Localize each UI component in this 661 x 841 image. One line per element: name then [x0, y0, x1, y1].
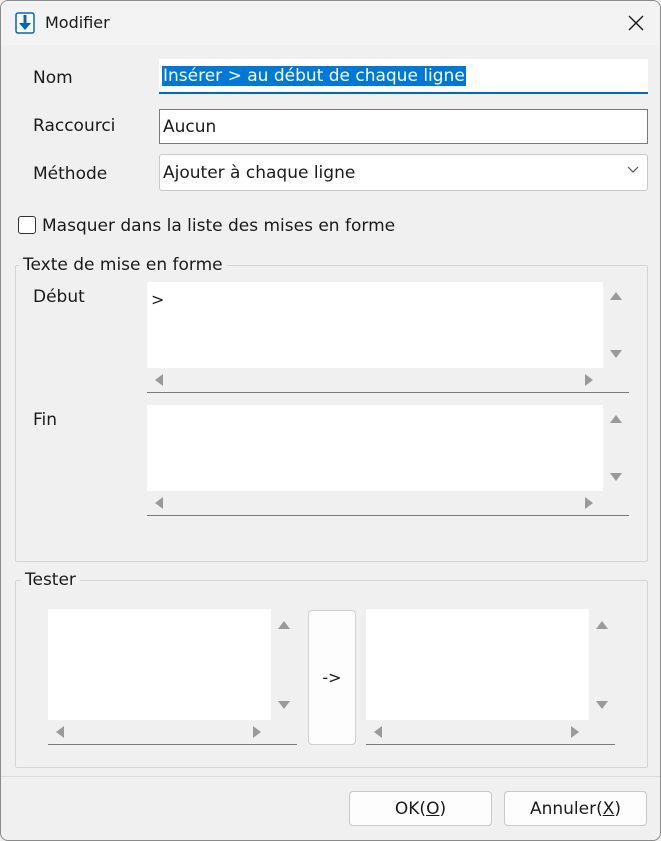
nom-label: Nom: [33, 68, 73, 88]
ok-button[interactable]: OK(O): [349, 791, 492, 826]
scroll-up-icon[interactable]: [278, 621, 290, 629]
hide-in-list-label[interactable]: Masquer dans la liste des mises en forme: [42, 216, 395, 236]
raccourci-label: Raccourci: [33, 116, 116, 136]
scroll-right-icon[interactable]: [571, 726, 579, 738]
debut-textarea-text: >: [151, 290, 165, 309]
cancel-button-text-end: ): [614, 798, 622, 819]
fin-label: Fin: [33, 410, 58, 430]
scroll-right-icon[interactable]: [585, 374, 593, 386]
methode-label: Méthode: [33, 164, 108, 184]
ok-button-text: OK(: [394, 798, 427, 819]
fin-vertical-scrollbar[interactable]: [603, 405, 629, 491]
tester-output-horizontal-scrollbar[interactable]: [366, 720, 589, 744]
scroll-corner: [603, 491, 629, 515]
scroll-down-icon[interactable]: [610, 350, 622, 358]
debut-horizontal-scrollbar[interactable]: [147, 368, 603, 392]
ok-button-text-end: ): [439, 798, 447, 819]
nom-input-text: Insérer > au début de chaque ligne: [162, 65, 466, 86]
scroll-right-icon[interactable]: [253, 726, 261, 738]
raccourci-input-text: Aucun: [163, 116, 217, 137]
scroll-corner: [603, 368, 629, 392]
close-icon: [628, 15, 644, 31]
debut-textarea-bottom-border: [147, 392, 629, 393]
scroll-up-icon[interactable]: [610, 292, 622, 300]
tester-input-bottom-border: [48, 744, 297, 745]
cancel-button[interactable]: Annuler(X): [504, 791, 647, 826]
title-bar: Modifier: [1, 1, 660, 45]
cancel-button-accesskey: X: [602, 798, 615, 819]
scroll-corner: [271, 720, 297, 744]
fin-horizontal-scrollbar[interactable]: [147, 491, 603, 515]
scroll-left-icon[interactable]: [155, 374, 163, 386]
scroll-left-icon[interactable]: [155, 497, 163, 509]
window-title: Modifier: [45, 13, 110, 32]
modifier-dialog: Modifier Nom Insérer > au début de chaqu…: [0, 0, 661, 841]
debut-label: Début: [33, 287, 85, 307]
scroll-left-icon[interactable]: [56, 726, 64, 738]
download-arrow-icon: [15, 12, 35, 34]
scroll-right-icon[interactable]: [585, 497, 593, 509]
close-button[interactable]: [612, 1, 660, 45]
ok-button-accesskey: O: [426, 798, 440, 819]
tester-input-vertical-scrollbar[interactable]: [271, 609, 297, 720]
tester-output-vertical-scrollbar[interactable]: [589, 609, 615, 720]
tester-output-bottom-border: [366, 744, 615, 745]
convert-test-button-label: ->: [322, 668, 342, 687]
tester-group-title: Tester: [21, 570, 80, 590]
scroll-left-icon[interactable]: [374, 726, 382, 738]
tester-input-textarea[interactable]: [48, 609, 297, 744]
hide-in-list-checkbox[interactable]: [18, 216, 36, 234]
cancel-button-text: Annuler(: [529, 798, 603, 819]
scroll-up-icon[interactable]: [610, 415, 622, 423]
scroll-down-icon[interactable]: [596, 701, 608, 709]
format-text-group-title: Texte de mise en forme: [19, 255, 227, 275]
convert-test-button[interactable]: ->: [308, 610, 356, 745]
raccourci-input[interactable]: Aucun: [159, 109, 648, 144]
tester-output-textarea[interactable]: [366, 609, 615, 744]
tester-input-horizontal-scrollbar[interactable]: [48, 720, 271, 744]
nom-input[interactable]: Insérer > au début de chaque ligne: [159, 59, 648, 94]
footer-divider: [1, 776, 660, 777]
methode-dropdown[interactable]: Ajouter à chaque ligne: [159, 154, 648, 191]
fin-textarea-bottom-border: [147, 515, 629, 516]
scroll-down-icon[interactable]: [278, 701, 290, 709]
methode-selected-value: Ajouter à chaque ligne: [163, 162, 356, 183]
scroll-corner: [589, 720, 615, 744]
fin-textarea[interactable]: [147, 405, 629, 515]
scroll-up-icon[interactable]: [596, 621, 608, 629]
chevron-down-icon: [627, 166, 639, 173]
debut-vertical-scrollbar[interactable]: [603, 282, 629, 368]
debut-textarea[interactable]: >: [147, 282, 629, 392]
scroll-down-icon[interactable]: [610, 473, 622, 481]
